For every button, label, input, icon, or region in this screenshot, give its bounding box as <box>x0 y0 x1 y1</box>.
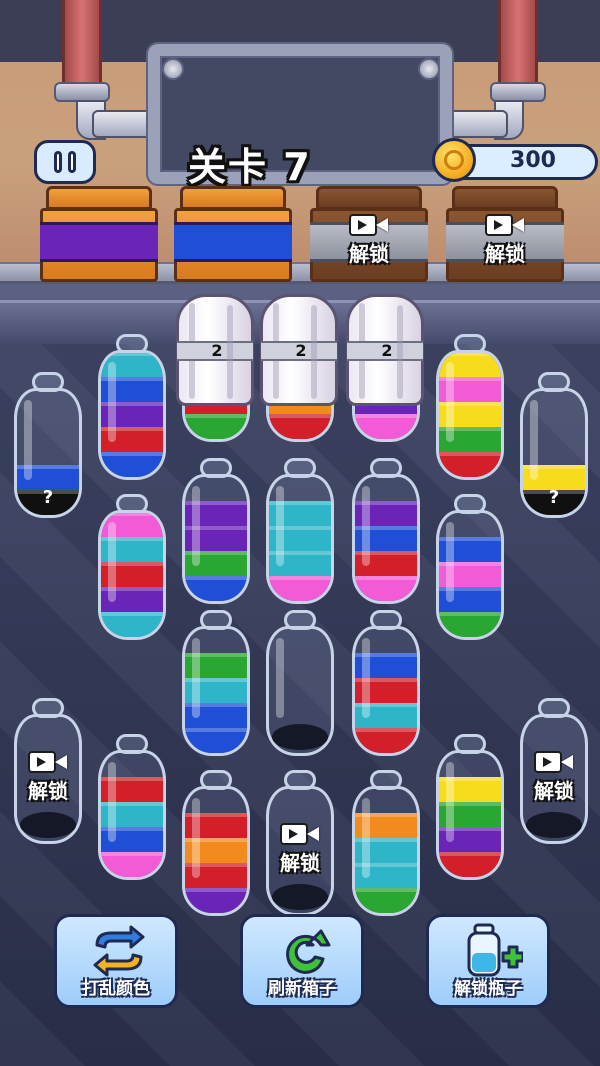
video-icon <box>280 821 320 847</box>
bottle[interactable] <box>98 494 166 640</box>
video-icon <box>485 212 525 238</box>
left-red-pipe <box>62 0 102 90</box>
right-red-pipe <box>498 0 538 90</box>
tool-label: 打乱颜色 <box>82 979 150 999</box>
unlock-label: 解锁 <box>534 778 574 803</box>
liquid-layer-cyan <box>101 612 163 637</box>
cloth-cover: 2 <box>176 294 254 406</box>
unlock-label: 解锁 <box>485 241 525 266</box>
right-grey-pipe-horizontal <box>444 110 508 138</box>
tool-label: 解锁瓶子 <box>454 979 522 999</box>
bottle[interactable] <box>352 770 420 916</box>
left-grey-pipe-horizontal <box>92 110 156 138</box>
empty-bottle[interactable] <box>266 610 334 756</box>
coin-icon <box>432 138 476 182</box>
pause-icon <box>54 151 62 173</box>
refresh-icon <box>286 929 331 974</box>
liquid-layer-purple <box>185 888 247 913</box>
locked-bottle[interactable]: 解锁 <box>520 698 588 844</box>
bolt-icon <box>162 58 184 80</box>
bottle[interactable] <box>352 610 420 756</box>
tool-label: 刷新箱子 <box>268 979 336 999</box>
liquid-layer-red <box>269 414 331 439</box>
liquid-layer-pink <box>355 576 417 601</box>
level-title: 关卡 7 <box>188 145 312 189</box>
unlock-label: 解锁 <box>349 241 389 266</box>
unlock-bottle-button[interactable]: 解锁瓶子 <box>426 914 550 1008</box>
liquid-layer-blue <box>185 576 247 601</box>
cover-count: 2 <box>211 341 223 360</box>
bottle[interactable] <box>266 458 334 604</box>
bottle[interactable] <box>182 770 250 916</box>
right-pipe-joint <box>490 82 546 102</box>
coin-value: 300 <box>510 148 556 173</box>
liquid-layer-blue <box>185 728 247 753</box>
liquid-layer-pink <box>355 414 417 439</box>
bottle[interactable] <box>182 610 250 756</box>
left-pipe-joint <box>54 82 110 102</box>
shuffle-icon <box>93 925 145 977</box>
locked-bottle[interactable]: 解锁 <box>266 770 334 916</box>
bottle[interactable] <box>98 734 166 880</box>
bottle[interactable] <box>98 334 166 480</box>
cover-count: 2 <box>295 341 307 360</box>
hidden-color-mark: ? <box>548 487 560 508</box>
liquid-layer-red <box>355 728 417 753</box>
video-icon <box>28 749 68 775</box>
cover-count: 2 <box>381 341 393 360</box>
refresh-crates-button[interactable]: 刷新箱子 <box>240 914 364 1008</box>
shuffle-colors-button[interactable]: 打乱颜色 <box>54 914 178 1008</box>
liquid-layer-green <box>355 888 417 913</box>
cloth-cover: 2 <box>260 294 338 406</box>
liquid-layer-blue <box>101 452 163 477</box>
crate-4-locked[interactable]: 解锁 <box>446 186 564 286</box>
bottle[interactable] <box>436 334 504 480</box>
crate-fill <box>174 222 292 262</box>
crate-fill <box>40 222 158 262</box>
locked-bottle[interactable]: 解锁 <box>14 698 82 844</box>
cloth-cover: 2 <box>346 294 424 406</box>
bottle[interactable] <box>352 458 420 604</box>
crate-3-locked[interactable]: 解锁 <box>310 186 428 286</box>
bottle-plus-icon <box>467 923 523 977</box>
unlock-label: 解锁 <box>28 778 68 803</box>
crate-2[interactable] <box>174 186 292 286</box>
video-icon <box>349 212 389 238</box>
liquid-layer-green <box>439 612 501 637</box>
bottle[interactable] <box>436 734 504 880</box>
liquid-layer-pink <box>269 576 331 601</box>
crate-1[interactable] <box>40 186 158 286</box>
bottle[interactable] <box>436 494 504 640</box>
liquid-layer-red <box>439 852 501 877</box>
pause-button[interactable] <box>34 140 96 184</box>
bottle[interactable] <box>182 458 250 604</box>
bolt-icon <box>418 58 440 80</box>
liquid-layer-red <box>439 452 501 477</box>
hidden-color-mark: ? <box>42 487 54 508</box>
bottle[interactable]: ? <box>520 372 588 518</box>
liquid-layer-pink <box>101 852 163 877</box>
video-icon <box>534 749 574 775</box>
bottle[interactable]: ? <box>14 372 82 518</box>
liquid-layer-green <box>185 414 247 439</box>
unlock-label: 解锁 <box>280 850 320 875</box>
